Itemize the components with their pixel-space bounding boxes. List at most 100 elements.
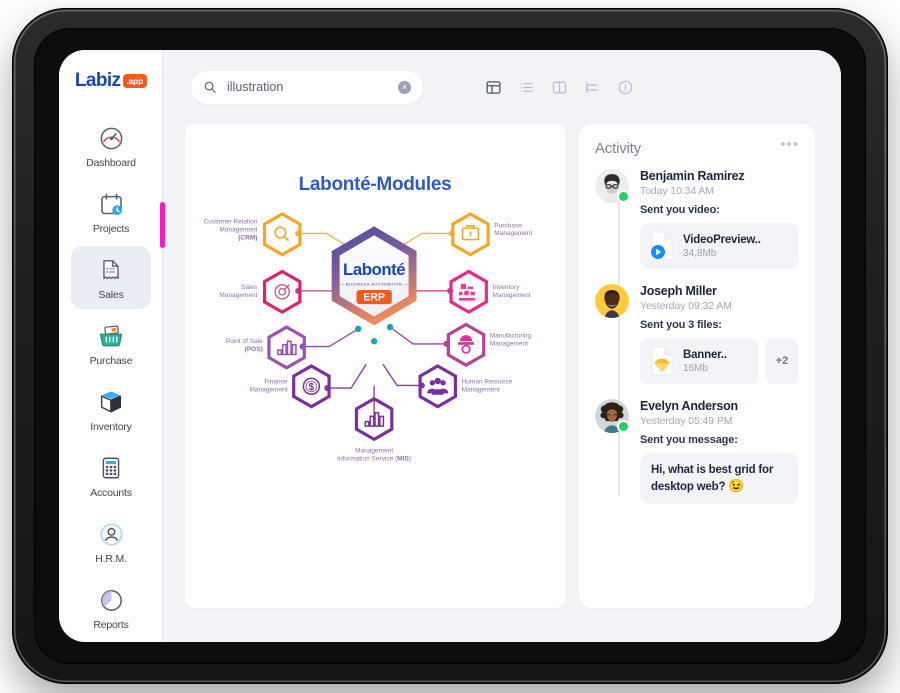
svg-text:Point of Sale: Point of Sale — [226, 338, 263, 345]
message-text: Hi, what is best grid for desktop web? — [651, 464, 774, 493]
module-inventory: Inventory Management — [449, 269, 531, 314]
activity-user-name: Evelyn Anderson — [640, 399, 738, 413]
search-box[interactable]: × — [191, 70, 423, 104]
module-point-of-sale: Point of Sale (POS) — [226, 325, 306, 370]
sidebar-item-inventory[interactable]: Inventory — [71, 378, 151, 441]
online-status-dot — [617, 190, 630, 203]
video-file-icon — [651, 231, 673, 261]
svg-text:Management: Management — [462, 387, 500, 394]
pie-chart-icon — [71, 585, 151, 615]
module-human-resource: Human Resource Management — [418, 364, 513, 409]
avatar-wrap — [595, 284, 629, 318]
svg-text:Labonté: Labonté — [343, 260, 405, 279]
svg-text:(POS): (POS) — [245, 346, 263, 353]
module-purchase: Purchase Management — [451, 212, 533, 257]
search-icon — [204, 81, 216, 93]
message-bubble[interactable]: Hi, what is best grid for desktop web? 😉 — [640, 453, 799, 504]
svg-text:Sales: Sales — [241, 284, 258, 291]
sidebar-label: Reports — [93, 619, 129, 631]
svg-text:Management: Management — [355, 448, 393, 455]
module-sales-management: Sales Management — [219, 269, 302, 314]
svg-text:ERP: ERP — [363, 292, 385, 304]
activity-action-text: Sent you 3 files: — [640, 319, 722, 331]
list-view-icon[interactable] — [518, 79, 535, 96]
sidebar-item-accounts[interactable]: Accounts — [71, 444, 151, 507]
sidebar-item-dashboard[interactable]: Dashboard — [71, 114, 151, 177]
calculator-icon — [71, 453, 151, 483]
sketch-file-icon — [651, 346, 673, 376]
more-files-button[interactable]: +2 — [765, 338, 799, 384]
svg-text:Management: Management — [219, 227, 257, 234]
sidebar-label: Inventory — [90, 421, 132, 433]
activity-attachments: Banner.. 16Mb +2 — [640, 338, 799, 384]
svg-text:Human Resource: Human Resource — [462, 379, 513, 386]
tablet-screen: Labiz .app Dashboard Projects Sales Purc… — [59, 50, 841, 642]
info-icon[interactable] — [617, 79, 634, 96]
svg-text:Finance: Finance — [264, 379, 288, 386]
svg-text:Management: Management — [493, 292, 531, 299]
svg-text:Management: Management — [249, 387, 287, 394]
sidebar-item-purchase[interactable]: Purchase — [71, 312, 151, 375]
activity-body: Benjamin Ramirez Today 10:34 AM Sent you… — [640, 169, 799, 269]
basket-icon — [71, 321, 151, 351]
screenshot-stage: Labiz .app Dashboard Projects Sales Purc… — [0, 0, 900, 693]
svg-text:$: $ — [309, 382, 315, 393]
activity-item[interactable]: Benjamin Ramirez Today 10:34 AM Sent you… — [595, 169, 799, 269]
activity-title: Activity — [595, 140, 641, 157]
workspace: Labonté-Modules Labonté — BUSINESS AUTOM… — [163, 124, 841, 642]
activity-timestamp: Yesterday 05:49 PM — [640, 415, 733, 427]
file-card[interactable]: Banner.. 16Mb — [640, 338, 759, 384]
sidebar-label: Dashboard — [86, 157, 136, 169]
module-finance-management: $ Finance Management — [249, 364, 331, 409]
app-logo[interactable]: Labiz .app — [74, 70, 148, 92]
center-hexagon: Labonté — BUSINESS AUTOMATION — ERP — [331, 226, 417, 326]
sidebar-label: Sales — [98, 289, 124, 301]
clear-search-icon[interactable]: × — [398, 80, 411, 94]
split-view-icon[interactable] — [551, 79, 568, 96]
speedometer-icon — [71, 123, 151, 153]
activity-item[interactable]: Evelyn Anderson Yesterday 05:49 PM Sent … — [595, 399, 799, 504]
file-card[interactable]: VideoPreview.. 34,8Mb — [640, 223, 799, 269]
top-toolbar: × — [163, 50, 841, 124]
avatar — [595, 284, 629, 318]
svg-text:Manufacturing: Manufacturing — [490, 333, 532, 340]
file-size: 16Mb — [683, 362, 709, 374]
avatar-wrap — [595, 169, 630, 203]
activity-timestamp: Yesterday 09:32 AM — [640, 300, 732, 312]
svg-text:Customer Relation: Customer Relation — [203, 219, 257, 226]
wink-emoji: 😉 — [728, 478, 745, 493]
diagram-canvas[interactable]: Labonté-Modules Labonté — BUSINESS AUTOM… — [185, 124, 565, 608]
sidebar-label: H.R.M. — [95, 553, 127, 565]
open-box-icon — [71, 387, 151, 417]
svg-text:Purchase: Purchase — [494, 222, 522, 229]
content-area: × — [163, 50, 841, 642]
sidebar-item-hrm[interactable]: H.R.M. — [71, 510, 151, 573]
app-root: Labiz .app Dashboard Projects Sales Purc… — [59, 50, 841, 642]
calendar-clock-icon — [71, 189, 151, 219]
module-manufacturing: Manufacturing Management — [446, 322, 532, 367]
flow-view-icon[interactable] — [584, 79, 601, 96]
activity-item[interactable]: Joseph Miller Yesterday 09:32 AM Sent yo… — [595, 284, 799, 384]
activity-user-name: Joseph Miller — [640, 284, 717, 298]
activity-panel: Activity ••• Benjamin Ramirez Today 10:3… — [579, 124, 815, 608]
activity-timestamp: Today 10:34 AM — [640, 185, 714, 197]
online-status-dot — [617, 420, 630, 433]
svg-text:— BUSINESS AUTOMATION —: — BUSINESS AUTOMATION — — [340, 282, 409, 287]
module-crm: Customer Relation Management (CRM) — [203, 212, 302, 257]
file-name: VideoPreview.. — [683, 233, 761, 246]
svg-text:Management: Management — [490, 341, 528, 348]
svg-text:Management: Management — [494, 230, 532, 237]
search-input[interactable] — [225, 79, 398, 95]
activity-more-button[interactable]: ••• — [780, 137, 799, 152]
activity-action-text: Sent you message: — [640, 434, 738, 446]
logo-text: Labiz — [74, 70, 121, 91]
sidebar-item-sales[interactable]: Sales — [71, 246, 151, 309]
sidebar-scroll-thumb[interactable] — [160, 202, 165, 248]
sidebar-item-projects[interactable]: Projects — [71, 180, 151, 243]
sidebar-item-reports[interactable]: Reports — [71, 576, 151, 639]
activity-attachments: VideoPreview.. 34,8Mb — [640, 223, 799, 269]
svg-text:Information Service (MIS): Information Service (MIS) — [337, 456, 411, 463]
grid-view-icon[interactable] — [485, 79, 502, 96]
svg-text:Inventory: Inventory — [493, 284, 521, 291]
activity-action-text: Sent you video: — [640, 204, 720, 216]
